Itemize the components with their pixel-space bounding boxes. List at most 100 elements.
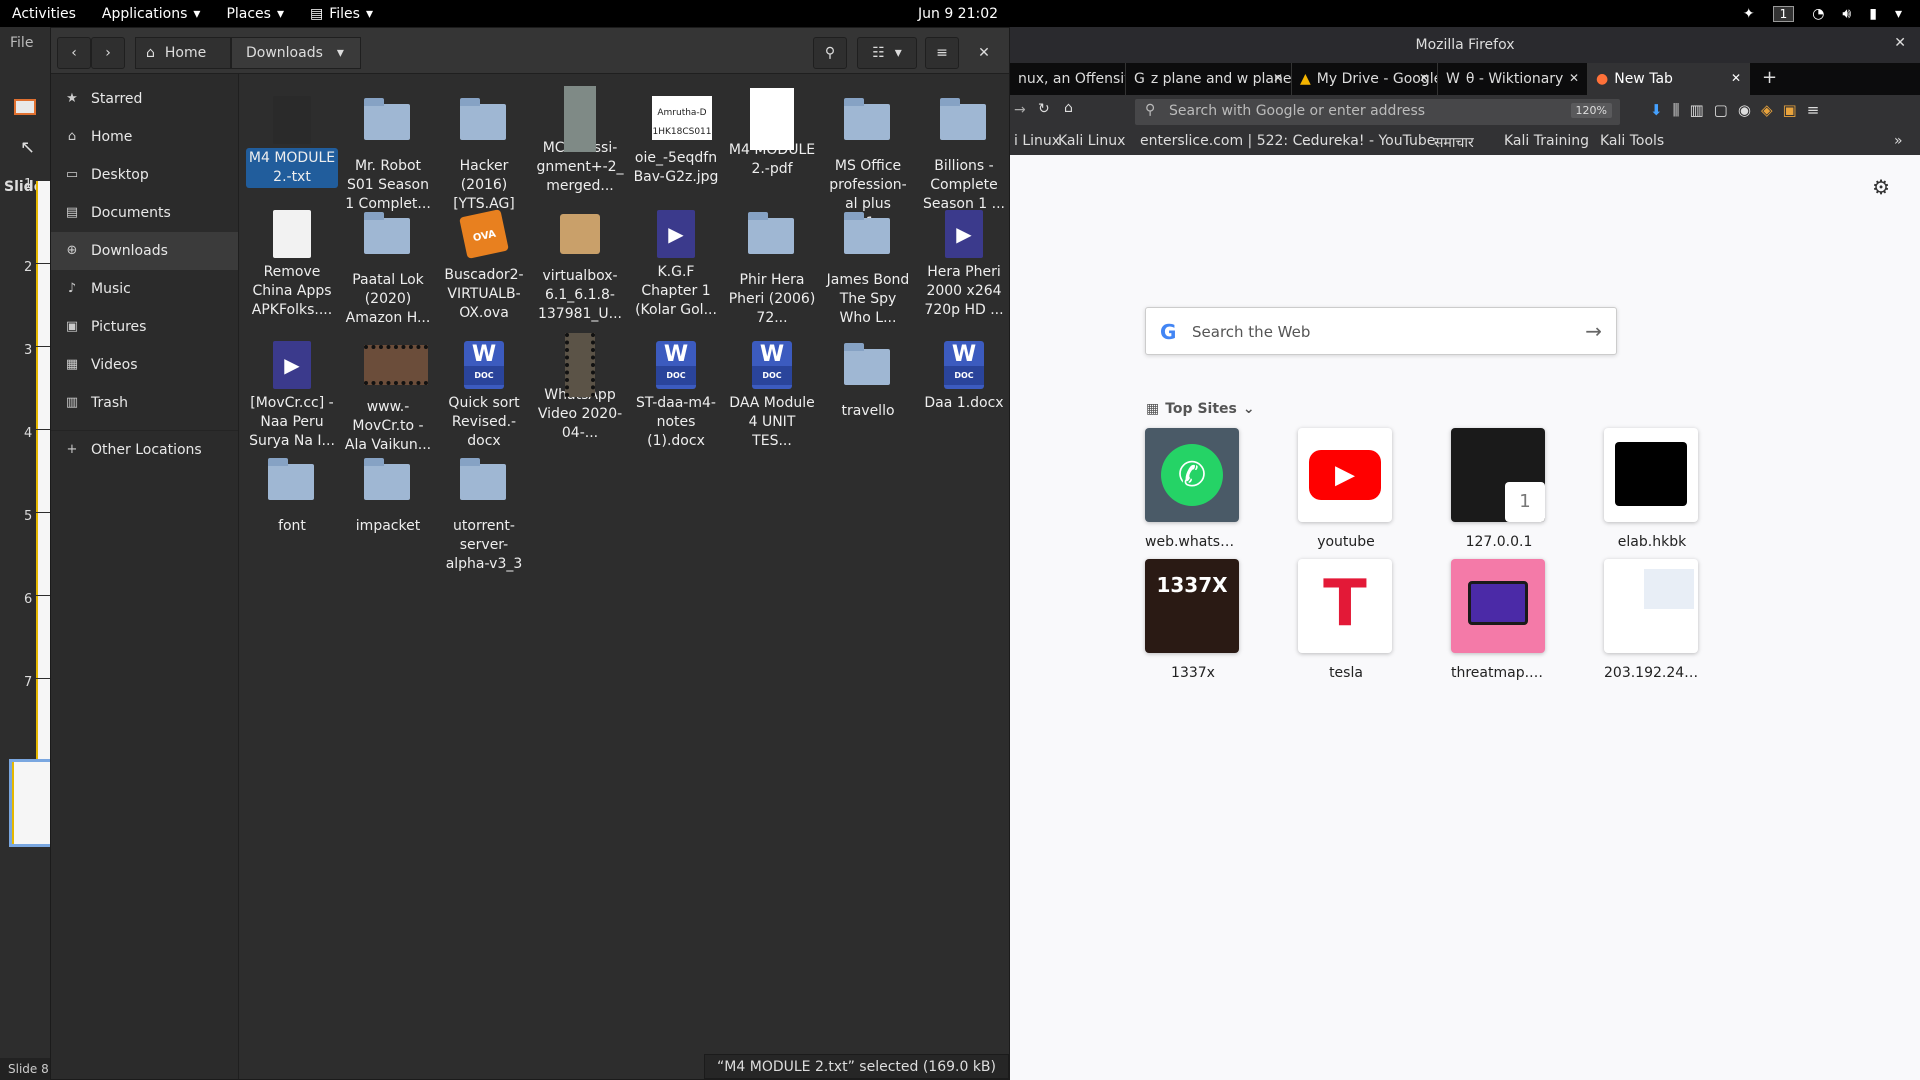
slide-thumbnail[interactable] bbox=[36, 347, 50, 429]
top-site-tile[interactable]: elab.hkbk bbox=[1604, 428, 1700, 550]
sidebar-item-desktop[interactable]: ▭ Desktop bbox=[51, 156, 238, 194]
workspace-switcher-icon[interactable]: ✦ bbox=[1743, 6, 1755, 22]
menu-button[interactable]: ≡ bbox=[925, 37, 959, 69]
applications-menu[interactable]: Applications ▾ bbox=[102, 6, 201, 22]
slide-thumbnail[interactable] bbox=[36, 181, 50, 263]
account-icon[interactable]: ◉ bbox=[1738, 101, 1751, 119]
top-site-tile[interactable]: ✆ web.whatsapp bbox=[1145, 428, 1241, 550]
bookmark-item[interactable]: i Linux bbox=[1014, 133, 1060, 149]
back-button[interactable]: ‹ bbox=[57, 37, 91, 69]
url-bar[interactable]: ⚲ Search with Google or enter address 12… bbox=[1135, 99, 1620, 125]
sidebar-item-pictures[interactable]: ▣ Pictures bbox=[51, 308, 238, 346]
slide-thumbnail[interactable] bbox=[36, 513, 50, 595]
browser-tab[interactable]: Gz plane and w plane ✕ bbox=[1126, 63, 1292, 95]
file-item[interactable]: W DOC DAA Module 4 UNIT TES... bbox=[726, 341, 818, 452]
places-menu[interactable]: Places ▾ bbox=[226, 6, 284, 22]
sidebar-item-trash[interactable]: ▥ Trash bbox=[51, 384, 238, 422]
forward-icon[interactable]: → bbox=[1014, 102, 1026, 118]
sidebar-item-music[interactable]: ♪ Music bbox=[51, 270, 238, 308]
file-item[interactable]: MCE+assi-gnment+-2_merged... bbox=[534, 86, 626, 197]
view-options-button[interactable]: ☷ ▾ bbox=[857, 37, 917, 69]
file-item[interactable]: utorrent-server-alpha-v3_3 bbox=[438, 456, 530, 575]
close-tab-icon[interactable]: ✕ bbox=[1273, 71, 1283, 85]
slide-thumbnail[interactable] bbox=[36, 596, 50, 678]
file-item[interactable]: James Bond The Spy Who L... bbox=[822, 210, 914, 329]
pocket-icon[interactable]: ▢ bbox=[1714, 101, 1728, 119]
file-item[interactable]: OVA Buscador2-VIRTUALB-OX.ova bbox=[438, 209, 530, 324]
system-menu-chevron-icon[interactable]: ▾ bbox=[1895, 6, 1902, 22]
sidebar-item-starred[interactable]: ★ Starred bbox=[51, 80, 238, 118]
close-tab-icon[interactable]: ✕ bbox=[1731, 71, 1741, 85]
browser-tab[interactable]: Wθ - Wiktionary ✕ bbox=[1438, 63, 1588, 95]
downloads-icon[interactable]: ⬇ bbox=[1650, 101, 1663, 119]
file-item[interactable]: ▶ Hera Pheri 2000 x264 720p HD ... bbox=[918, 210, 1010, 321]
bookmark-item[interactable]: Kali Linux bbox=[1058, 133, 1125, 149]
file-item[interactable]: M4 MODULE 2.-txt bbox=[246, 96, 338, 188]
new-tab-plus-icon[interactable]: + bbox=[1762, 67, 1777, 88]
activities-button[interactable]: Activities bbox=[12, 6, 76, 22]
gear-icon[interactable]: ⚙ bbox=[1872, 175, 1890, 199]
file-item[interactable]: Billions - Complete Season 1 ... bbox=[918, 96, 1010, 215]
file-item[interactable]: M4 MODULE 2.-pdf bbox=[726, 88, 818, 180]
reload-icon[interactable]: ↻ bbox=[1038, 101, 1050, 117]
sidebar-item-documents[interactable]: ▤ Documents bbox=[51, 194, 238, 232]
file-item[interactable]: travello bbox=[822, 341, 914, 422]
forward-button[interactable]: › bbox=[91, 37, 125, 69]
file-item[interactable]: Phir Hera Pheri (2006) 72... bbox=[726, 210, 818, 329]
clock[interactable]: Jun 9 21:02 bbox=[918, 6, 998, 22]
browser-tab[interactable]: ● New Tab ✕ bbox=[1588, 63, 1750, 95]
zoom-indicator[interactable]: 120% bbox=[1570, 103, 1612, 118]
file-item[interactable]: ▶ K.G.F Chapter 1 (Kolar Gol... bbox=[630, 210, 722, 321]
top-site-tile[interactable]: Ttesla bbox=[1298, 559, 1394, 681]
volume-icon[interactable]: 🔊︎ bbox=[1842, 6, 1851, 22]
sidebar-item-home[interactable]: ⌂ Home bbox=[51, 118, 238, 156]
extension-icon[interactable]: ◈ bbox=[1761, 101, 1773, 119]
file-item[interactable]: W DOC ST-daa-m4-notes (1).docx bbox=[630, 341, 722, 452]
bookmark-item[interactable]: Kali Tools bbox=[1600, 133, 1664, 149]
breadcrumb-current[interactable]: Downloads ▾ bbox=[231, 37, 361, 69]
top-site-tile[interactable]: threatmap.c... bbox=[1451, 559, 1547, 681]
extension-box-icon[interactable]: ▣ bbox=[1783, 101, 1797, 119]
top-site-tile[interactable]: ▶ youtube bbox=[1298, 428, 1394, 550]
top-site-tile[interactable]: 203.192.247.... bbox=[1604, 559, 1700, 681]
workspace-indicator[interactable]: 1 bbox=[1772, 5, 1795, 22]
top-sites-header[interactable]: ▦ Top Sites ⌄ bbox=[1146, 401, 1255, 417]
file-item[interactable]: Remove China Apps APKFolks.... bbox=[246, 210, 338, 321]
file-item[interactable]: W DOC Daa 1.docx bbox=[918, 341, 1010, 414]
slide-thumbnail[interactable] bbox=[36, 430, 50, 512]
file-item[interactable]: Hacker (2016) [YTS.AG] bbox=[438, 96, 530, 215]
slide-thumbnail[interactable] bbox=[36, 679, 50, 761]
browser-tab[interactable]: ▲ My Drive - Google ✕ bbox=[1292, 63, 1438, 95]
bookmark-item[interactable]: समाचार bbox=[1434, 133, 1474, 152]
bookmark-item[interactable]: enterslice.com | 522: C... bbox=[1140, 133, 1316, 149]
top-site-tile[interactable]: 1337X 1337x bbox=[1145, 559, 1241, 681]
hamburger-icon[interactable]: ≡ bbox=[1807, 101, 1820, 119]
close-icon[interactable]: ✕ bbox=[1894, 35, 1906, 51]
web-search-input[interactable]: G Search the Web → bbox=[1145, 307, 1617, 355]
breadcrumb-home[interactable]: ⌂ Home bbox=[135, 37, 231, 69]
file-item[interactable]: www.-MovCr.to - Ala Vaikun... bbox=[342, 341, 434, 456]
sidebar-item-videos[interactable]: ▦ Videos bbox=[51, 346, 238, 384]
library-icon[interactable]: ⫼ bbox=[1673, 101, 1680, 119]
presentation-icon[interactable] bbox=[14, 99, 36, 115]
files-app-menu[interactable]: ▤ Files ▾ bbox=[310, 6, 373, 22]
file-item[interactable]: ▶ [MovCr.cc] - Naa Peru Surya Na I... bbox=[246, 341, 338, 452]
arrow-right-icon[interactable]: → bbox=[1585, 319, 1602, 343]
search-button[interactable]: ⚲ bbox=[813, 37, 847, 69]
slide-thumbnail[interactable] bbox=[36, 264, 50, 346]
sidebar-icon[interactable]: ▥ bbox=[1689, 101, 1703, 119]
file-item[interactable]: Paatal Lok (2020) Amazon H... bbox=[342, 210, 434, 329]
home-icon[interactable]: ⌂ bbox=[1064, 100, 1073, 116]
close-window-button[interactable]: ✕ bbox=[967, 37, 1001, 69]
sidebar-item-other-locations[interactable]: + Other Locations bbox=[51, 430, 238, 468]
slide-thumbnail[interactable] bbox=[9, 759, 53, 847]
file-item[interactable]: Amrutha-D 1HK18CS011 oie_-5eqdfnBav-G2z.j… bbox=[630, 96, 722, 188]
file-item[interactable]: Mr. Robot S01 Season 1 Complet... bbox=[342, 96, 434, 215]
browser-tab[interactable]: nux, an Offensiv bbox=[1010, 63, 1126, 95]
wifi-icon[interactable]: ◔ bbox=[1812, 6, 1824, 22]
file-item[interactable]: virtualbox-6.1_6.1.8-137981_U... bbox=[534, 210, 626, 325]
battery-icon[interactable]: ▮ bbox=[1869, 6, 1877, 22]
bookmarks-overflow-icon[interactable]: » bbox=[1894, 133, 1903, 149]
file-item[interactable]: font bbox=[246, 456, 338, 537]
close-tab-icon[interactable]: ✕ bbox=[1419, 71, 1429, 85]
